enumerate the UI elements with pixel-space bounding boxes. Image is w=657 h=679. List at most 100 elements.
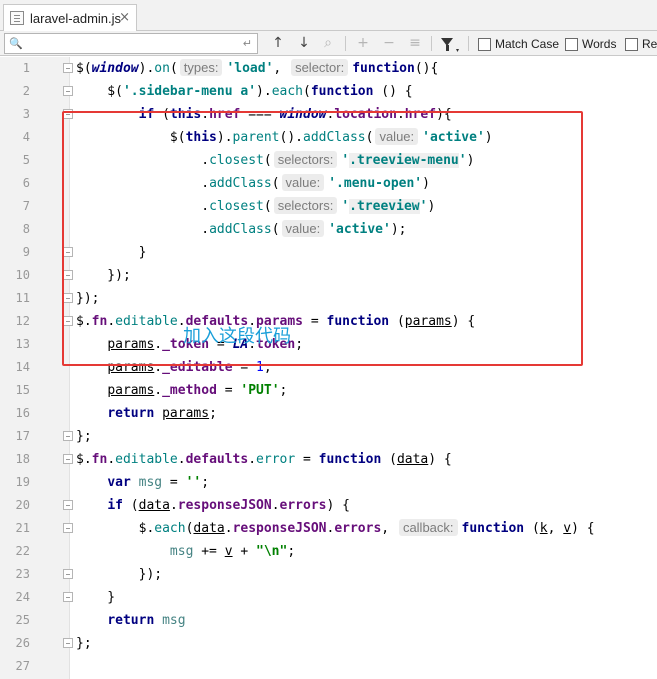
add-selection-icon[interactable]: +	[353, 34, 373, 53]
new-line-icon[interactable]: ↵	[243, 37, 252, 50]
words-checkbox[interactable]: Words	[565, 36, 616, 52]
code-line[interactable]: 10 });	[0, 264, 657, 287]
line-text: .closest(selectors: '.treeview-menu')	[76, 151, 475, 168]
line-text: .closest(selectors: '.treeview')	[76, 197, 436, 214]
code-line[interactable]: 14 params._editable = 1;	[0, 356, 657, 379]
code-line[interactable]: 18 $.fn.editable.defaults.error = functi…	[0, 448, 657, 471]
code-line[interactable]: 1 $(window).on(types:'load', selector: fu…	[0, 57, 657, 80]
code-line[interactable]: 25 return msg	[0, 609, 657, 632]
filter-icon-stem	[446, 45, 449, 51]
fold-toggle-icon[interactable]	[63, 270, 73, 280]
code-line[interactable]: 27	[0, 655, 657, 678]
line-number: 26	[15, 636, 30, 650]
parameter-hint: value:	[281, 220, 325, 237]
line-text: var msg = '';	[107, 475, 210, 490]
checkbox-box[interactable]	[565, 37, 578, 51]
code-area[interactable]: 1 $(window).on(types:'load', selector: fu…	[0, 57, 657, 679]
parameter-hint: selectors:	[273, 197, 338, 214]
code-line[interactable]: 2 $('.sidebar-menu a').each(function () …	[0, 80, 657, 103]
code-line[interactable]: 17 };	[0, 425, 657, 448]
line-number: 11	[15, 291, 30, 305]
find-occurrence-icon[interactable]: ⌕	[318, 34, 338, 53]
fold-toggle-icon[interactable]	[63, 247, 73, 257]
regex-checkbox[interactable]: Regex	[625, 36, 657, 52]
code-line[interactable]: 15 params._method = 'PUT';	[0, 379, 657, 402]
line-text: return params;	[107, 406, 217, 421]
previous-occurrence-button[interactable]: ↑	[268, 34, 288, 53]
line-number: 1	[22, 61, 30, 75]
code-line[interactable]: 26 };	[0, 632, 657, 655]
checkbox-box[interactable]	[478, 37, 491, 51]
line-text: $.each(data.responseJSON.errors, callbac…	[76, 519, 595, 536]
code-line[interactable]: 24 }	[0, 586, 657, 609]
code-line[interactable]: 4 $(this).parent().addClass(value:'activ…	[0, 126, 657, 149]
line-number: 14	[15, 360, 30, 374]
line-number: 21	[15, 521, 30, 535]
code-line[interactable]: 11 });	[0, 287, 657, 310]
fold-toggle-icon[interactable]	[63, 638, 73, 648]
code-line[interactable]: 8 .addClass(value:'active');	[0, 218, 657, 241]
fold-toggle-icon[interactable]	[63, 500, 73, 510]
checkbox-box[interactable]	[625, 37, 638, 51]
line-number: 7	[22, 199, 30, 213]
match-case-label: Match Case	[495, 37, 560, 51]
fold-toggle-icon[interactable]	[63, 109, 73, 119]
parameter-hint: value:	[375, 128, 419, 145]
code-line[interactable]: 12 $.fn.editable.defaults.params = funct…	[0, 310, 657, 333]
code-line[interactable]: 16 return params;	[0, 402, 657, 425]
next-occurrence-button[interactable]: ↓	[294, 34, 314, 53]
code-line[interactable]: 23 });	[0, 563, 657, 586]
remove-selection-icon[interactable]: −	[379, 34, 399, 53]
line-number: 5	[22, 153, 30, 167]
fold-toggle-icon[interactable]	[63, 293, 73, 303]
line-text: }	[76, 590, 116, 605]
select-all-occurrences-icon[interactable]: ≡	[405, 34, 425, 53]
fold-toggle-icon[interactable]	[63, 523, 73, 533]
editor-tab-laravel-admin[interactable]: laravel-admin.js ×	[3, 4, 137, 31]
line-text: $.fn.editable.defaults.error = function …	[76, 452, 452, 467]
line-text: });	[76, 291, 100, 306]
code-editor[interactable]: 1 $(window).on(types:'load', selector: fu…	[0, 57, 657, 679]
fold-toggle-icon[interactable]	[63, 569, 73, 579]
line-number: 17	[15, 429, 30, 443]
line-text: }	[76, 245, 147, 260]
find-input-box: 🔍 ↵	[4, 33, 258, 54]
search-input[interactable]	[25, 35, 243, 52]
code-line[interactable]: 7 .closest(selectors: '.treeview')	[0, 195, 657, 218]
line-number: 24	[15, 590, 30, 604]
line-number: 2	[22, 84, 30, 98]
fold-toggle-icon[interactable]	[63, 86, 73, 96]
parameter-hint: selector:	[291, 59, 349, 76]
toolbar-separator	[345, 36, 346, 51]
close-tab-icon[interactable]: ×	[119, 10, 130, 25]
code-line[interactable]: 9 }	[0, 241, 657, 264]
code-line[interactable]: 3 if (this.href === window.location.href…	[0, 103, 657, 126]
chevron-down-icon[interactable]: ▾	[456, 47, 459, 54]
code-line[interactable]: 13 params._token = LA.token;	[0, 333, 657, 356]
fold-toggle-icon[interactable]	[63, 316, 73, 326]
code-line[interactable]: 19 var msg = '';	[0, 471, 657, 494]
code-line[interactable]: 21 $.each(data.responseJSON.errors, call…	[0, 517, 657, 540]
line-number: 4	[22, 130, 30, 144]
code-line[interactable]: 22 msg += v + "\n";	[0, 540, 657, 563]
line-number: 3	[22, 107, 30, 121]
line-text: if (this.href === window.location.href){	[138, 107, 452, 122]
fold-toggle-icon[interactable]	[63, 63, 73, 73]
line-number: 27	[15, 659, 30, 673]
line-number: 9	[22, 245, 30, 259]
match-case-checkbox[interactable]: Match Case	[478, 36, 559, 52]
line-number: 19	[15, 475, 30, 489]
tab-title: laravel-admin.js	[30, 10, 122, 26]
code-line[interactable]: 20 if (data.responseJSON.errors) {	[0, 494, 657, 517]
fold-toggle-icon[interactable]	[63, 592, 73, 602]
line-number: 6	[22, 176, 30, 190]
fold-toggle-icon[interactable]	[63, 431, 73, 441]
code-line[interactable]: 5 .closest(selectors: '.treeview-menu')	[0, 149, 657, 172]
editor-tab-bar: laravel-admin.js ×	[0, 0, 657, 31]
search-icon[interactable]: 🔍	[9, 37, 23, 50]
code-line[interactable]: 6 .addClass(value: '.menu-open')	[0, 172, 657, 195]
line-text: if (data.responseJSON.errors) {	[107, 498, 350, 513]
find-toolbar: 🔍 ↵ ↑ ↓ ⌕ + − ≡ ▾ Match Case Words Regex	[0, 31, 657, 56]
line-text: msg += v + "\n";	[169, 544, 296, 559]
fold-toggle-icon[interactable]	[63, 454, 73, 464]
